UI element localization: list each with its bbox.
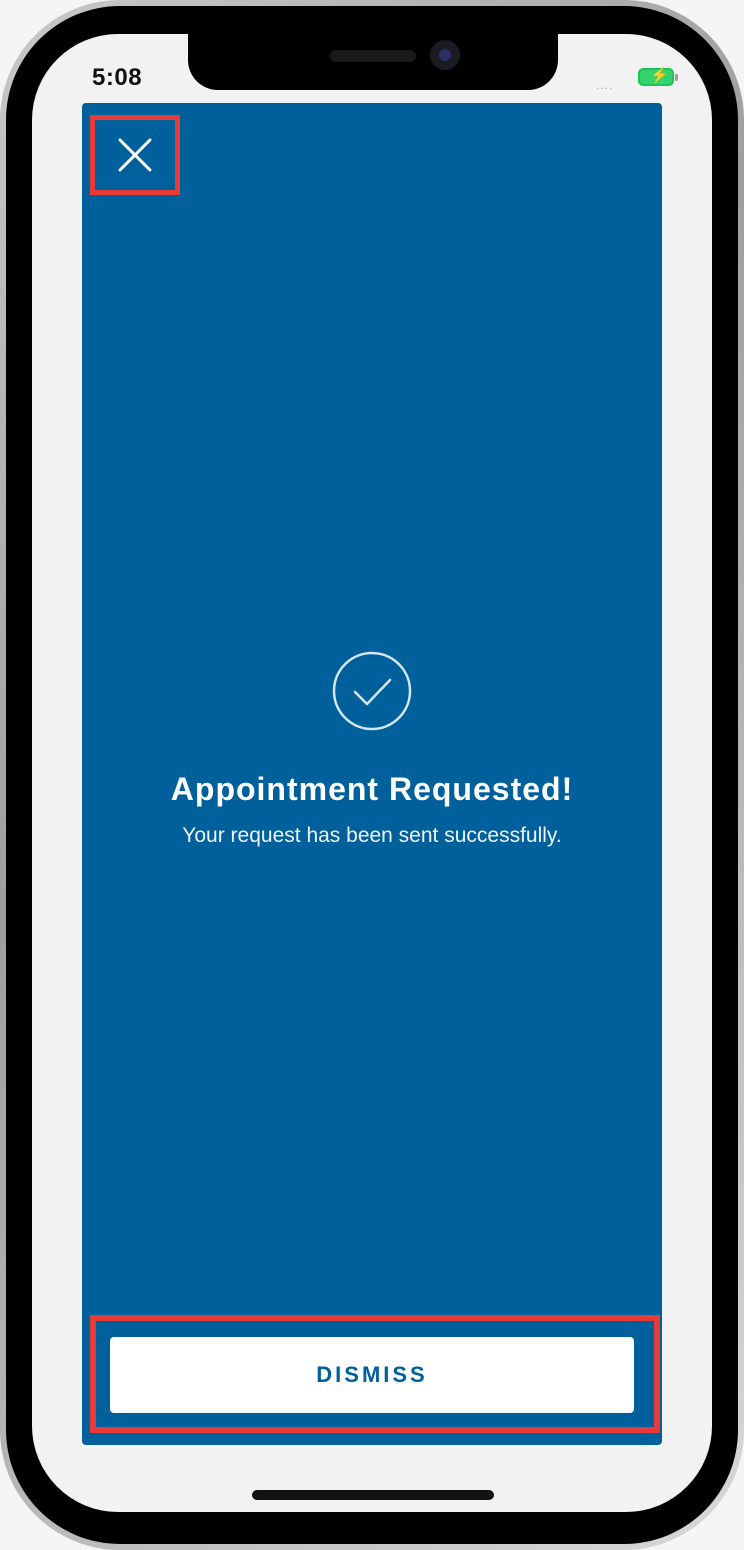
front-camera-icon — [430, 40, 460, 70]
check-circle-icon — [332, 651, 412, 731]
home-indicator[interactable] — [252, 1490, 494, 1500]
success-title: Appointment Requested! — [170, 771, 574, 807]
phone-screen: 5:08 .... ⚡ Appointment Requested! Your … — [32, 34, 712, 1512]
close-icon[interactable] — [117, 137, 153, 173]
signal-icon: .... — [596, 78, 614, 92]
speaker-grille — [330, 50, 416, 62]
confirmation-modal: Appointment Requested! Your request has … — [82, 103, 662, 1445]
success-content: Appointment Requested! Your request has … — [82, 651, 662, 848]
close-button[interactable] — [90, 115, 180, 195]
status-time: 5:08 — [92, 64, 143, 91]
success-message: Your request has been sent successfully. — [182, 824, 562, 847]
notch — [188, 34, 558, 90]
battery-charging-icon: ⚡ — [638, 67, 678, 86]
dismiss-button[interactable]: DISMISS — [110, 1337, 634, 1413]
charging-bolt-icon: ⚡ — [650, 67, 669, 84]
